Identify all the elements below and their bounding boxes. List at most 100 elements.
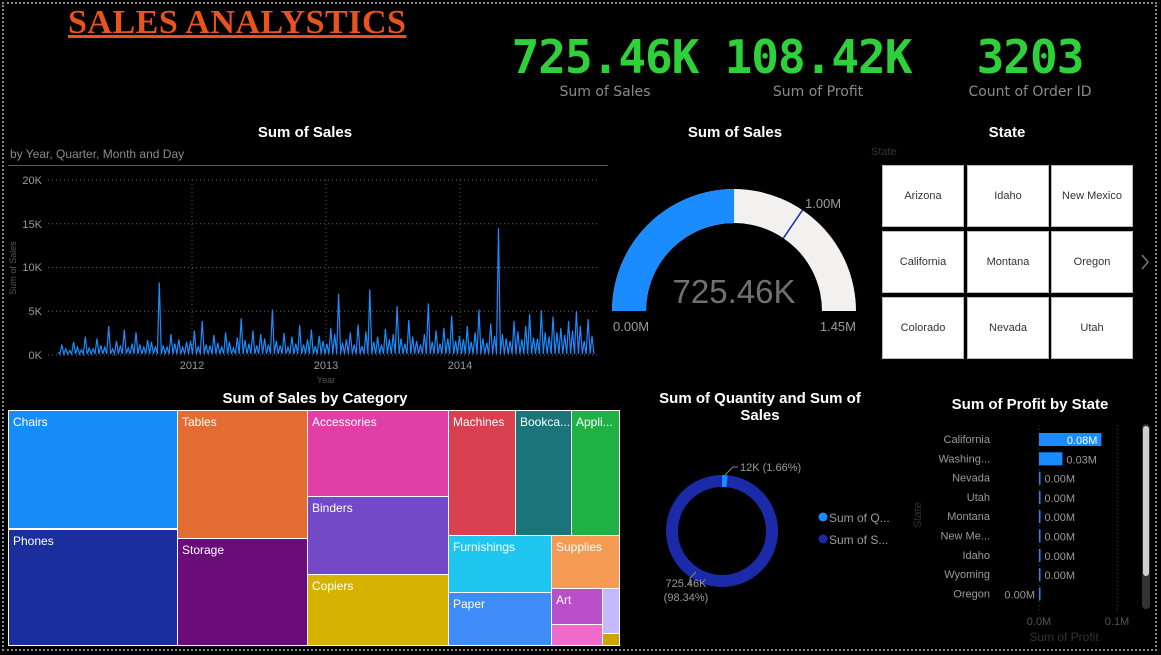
- x-tick-label: 2013: [314, 360, 338, 372]
- donut-leader-line: [724, 466, 738, 476]
- treemap-tile-chairs[interactable]: Chairs: [8, 410, 178, 529]
- slicer-item-arizona[interactable]: Arizona: [882, 165, 964, 227]
- bar[interactable]: [1039, 548, 1041, 562]
- slicer-item-utah[interactable]: Utah: [1051, 297, 1133, 359]
- y-axis-label: Sum of Sales: [8, 241, 18, 295]
- bar[interactable]: [1039, 452, 1063, 466]
- treemap-tile-machines[interactable]: Machines: [448, 410, 516, 536]
- bar-data-label: 0.00M: [1045, 570, 1076, 582]
- bar-chart[interactable]: State 0.0M 0.1M Sum of Profit California…: [905, 420, 1135, 645]
- treemap-tile-art[interactable]: Art: [551, 588, 603, 625]
- treemap-tile-small[interactable]: [602, 588, 620, 634]
- bar-data-label: 0.08M: [1067, 435, 1098, 447]
- bar-data-label: 0.00M: [1045, 532, 1076, 544]
- treemap-title: Sum of Sales by Category: [222, 390, 408, 407]
- donut-data-label-quantity: 12K (1.66%): [740, 462, 801, 474]
- y-tick-label: 5K: [29, 306, 43, 318]
- gauge-value-label: 725.46K: [673, 273, 796, 310]
- donut-slice-sales[interactable]: [666, 475, 778, 587]
- treemap-tile-phones[interactable]: Phones: [8, 529, 178, 646]
- legend-label-sales[interactable]: Sum of S...: [829, 533, 888, 547]
- kpi-card-orders[interactable]: 3203 Count of Order ID: [930, 30, 1130, 100]
- x-tick-label: 2012: [180, 360, 204, 372]
- y-tick-label: 20K: [22, 175, 42, 187]
- donut-data-label-sales-pct: (98.34%): [664, 592, 709, 604]
- kpi-label: Sum of Sales: [559, 84, 651, 100]
- line-chart-title: Sum of Sales: [257, 124, 353, 141]
- bar-data-label: 0.03M: [1066, 454, 1097, 466]
- x-axis-label: Sum of Profit: [1029, 630, 1099, 644]
- scrollbar-track[interactable]: [1142, 424, 1150, 609]
- legend-marker-quantity: [818, 512, 828, 522]
- y-axis-label: State: [912, 502, 924, 528]
- treemap-tile-appliances[interactable]: Appli...: [571, 410, 620, 536]
- kpi-label: Sum of Profit: [772, 84, 864, 100]
- treemap-tile-accessories[interactable]: Accessories: [307, 410, 449, 497]
- donut-data-label-sales-value: 725.46K: [666, 578, 708, 590]
- bar-data-label: 0.00M: [1045, 551, 1076, 563]
- treemap-tile-bookcases[interactable]: Bookca...: [515, 410, 572, 536]
- treemap-tile-furnishings[interactable]: Furnishings: [448, 535, 552, 593]
- gauge-max-label: 1.45M: [820, 319, 856, 334]
- y-tick-label: 0K: [29, 350, 43, 362]
- bar-data-label: 0.00M: [1004, 589, 1035, 601]
- line-chart-subtitle: by Year, Quarter, Month and Day: [10, 147, 185, 161]
- y-tick-label: 10K: [22, 262, 42, 274]
- bar-data-label: 0.00M: [1045, 493, 1076, 505]
- x-tick-label: 0.0M: [1027, 616, 1051, 628]
- line-chart[interactable]: Sum of Sales 20K 15K 10K 5K 0K 2012 2013…: [0, 168, 610, 388]
- kpi-value: 3203: [976, 30, 1085, 84]
- bar-category-label: California: [944, 434, 991, 446]
- treemap-tile-supplies[interactable]: Supplies: [551, 535, 620, 589]
- bar-category-label: New Me...: [940, 531, 990, 543]
- bar-category-label: Nevada: [952, 473, 991, 485]
- bar-chart-title: Sum of Profit by State: [951, 396, 1109, 413]
- bar-category-label: Montana: [947, 511, 991, 523]
- bar[interactable]: [1039, 568, 1041, 582]
- chevron-right-icon[interactable]: [1139, 253, 1151, 271]
- treemap-tile-copiers[interactable]: Copiers: [307, 574, 449, 646]
- slicer-item-oregon[interactable]: Oregon: [1051, 231, 1133, 293]
- bar[interactable]: [1039, 587, 1041, 601]
- treemap-tile-storage[interactable]: Storage: [177, 538, 308, 646]
- kpi-value: 725.46K: [511, 30, 700, 84]
- treemap-chart[interactable]: Chairs Phones Tables Storage Accessories…: [8, 410, 620, 646]
- slicer-item-new-mexico[interactable]: New Mexico: [1051, 165, 1133, 227]
- bar-category-label: Washing...: [938, 453, 990, 465]
- bar-category-label: Idaho: [962, 550, 990, 562]
- bar-data-label: 0.00M: [1045, 512, 1076, 524]
- legend-marker-sales: [818, 534, 828, 544]
- bar[interactable]: [1039, 471, 1041, 485]
- gauge-chart[interactable]: 725.46K 0.00M 1.45M 1.00M: [605, 180, 865, 340]
- bar-category-label: Wyoming: [944, 569, 990, 581]
- bar-category-label: Utah: [967, 492, 990, 504]
- bar-data-label: 0.00M: [1045, 474, 1076, 486]
- treemap-tile-small[interactable]: [602, 633, 620, 646]
- treemap-tile-small[interactable]: [551, 624, 603, 646]
- report-title: SALES ANALYSTICS: [68, 4, 407, 41]
- treemap-tile-tables[interactable]: Tables: [177, 410, 308, 539]
- slicer-item-california[interactable]: California: [882, 231, 964, 293]
- slicer-title: State: [988, 124, 1026, 141]
- kpi-label: Count of Order ID: [968, 84, 1092, 100]
- gauge-target-label: 1.00M: [805, 196, 841, 211]
- slicer-item-nevada[interactable]: Nevada: [967, 297, 1049, 359]
- slicer-item-colorado[interactable]: Colorado: [882, 297, 964, 359]
- slicer-item-idaho[interactable]: Idaho: [967, 165, 1049, 227]
- scrollbar-thumb[interactable]: [1143, 426, 1149, 576]
- kpi-card-profit[interactable]: 108.42K Sum of Profit: [718, 30, 918, 100]
- legend-label-quantity[interactable]: Sum of Q...: [829, 511, 890, 525]
- gauge-min-label: 0.00M: [613, 319, 649, 334]
- bar[interactable]: [1039, 510, 1041, 524]
- kpi-value: 108.42K: [724, 30, 913, 84]
- treemap-tile-paper[interactable]: Paper: [448, 592, 552, 646]
- treemap-tile-binders[interactable]: Binders: [307, 496, 449, 575]
- kpi-card-sales[interactable]: 725.46K Sum of Sales: [505, 30, 705, 100]
- slicer-header: State: [871, 146, 897, 158]
- sales-line-series[interactable]: [57, 228, 595, 357]
- y-tick-label: 15K: [22, 219, 42, 231]
- slicer-item-montana[interactable]: Montana: [967, 231, 1049, 293]
- bar[interactable]: [1039, 529, 1041, 543]
- donut-chart[interactable]: 12K (1.66%) 725.46K (98.34%) Sum of Q...…: [630, 410, 900, 610]
- bar[interactable]: [1039, 490, 1041, 504]
